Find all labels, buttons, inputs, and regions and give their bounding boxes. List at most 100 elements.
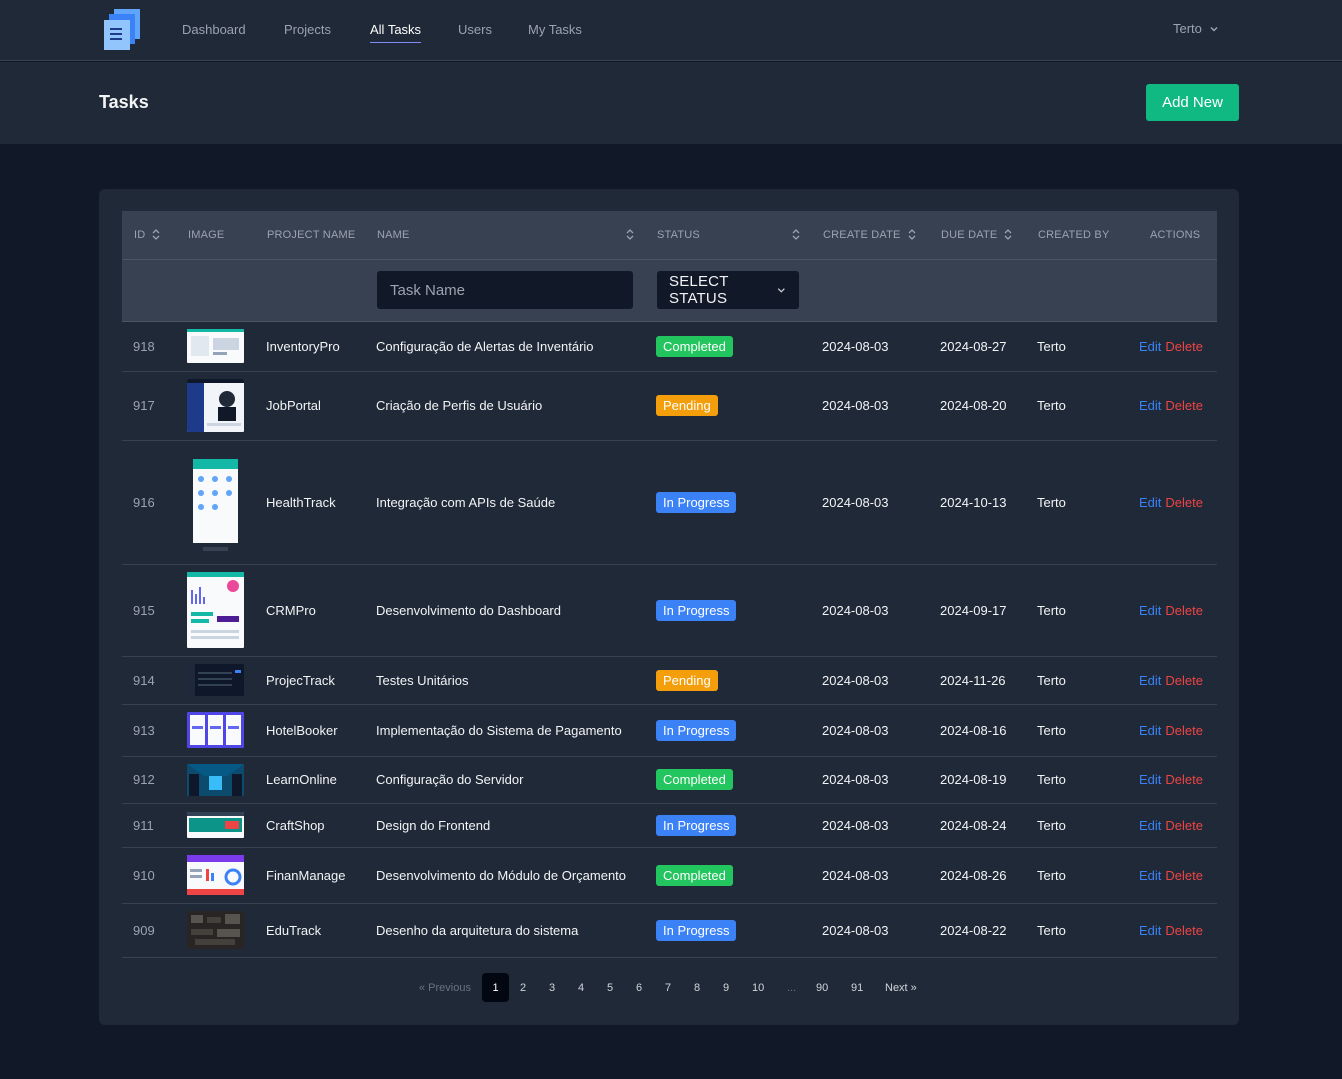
pagination-page-4[interactable]: 4 (578, 973, 584, 1002)
user-menu[interactable]: Terto (1173, 21, 1220, 36)
create-date: 2024-08-03 (822, 398, 889, 413)
create-date: 2024-08-03 (822, 602, 889, 618)
status-badge: Completed (656, 769, 733, 790)
edit-link[interactable]: Edit (1139, 723, 1161, 738)
project-thumbnail (187, 911, 244, 949)
nav-my-tasks[interactable]: My Tasks (528, 22, 582, 38)
col-status[interactable]: STATUS (645, 211, 811, 259)
project-thumbnail (187, 329, 244, 363)
project-thumbnail (187, 664, 244, 696)
due-date: 2024-10-13 (940, 494, 1007, 510)
task-id: 910 (133, 867, 155, 883)
task-name: Desenvolvimento do Módulo de Orçamento (376, 867, 627, 883)
delete-link[interactable]: Delete (1165, 339, 1203, 354)
pagination-page-6[interactable]: 6 (636, 973, 642, 1002)
project-name: HotelBooker (266, 722, 338, 738)
due-date: 2024-08-24 (940, 817, 1007, 833)
col-id[interactable]: ID (122, 211, 176, 259)
edit-link[interactable]: Edit (1139, 398, 1161, 413)
table-row: 918 InventoryPro Configuração de Alertas… (122, 321, 1217, 371)
pagination-page-9[interactable]: 9 (723, 973, 729, 1002)
col-image: IMAGE (188, 228, 225, 241)
pagination-page-91[interactable]: 91 (851, 973, 863, 1002)
edit-link[interactable]: Edit (1139, 923, 1161, 938)
task-id: 915 (133, 602, 155, 618)
create-date: 2024-08-03 (822, 494, 889, 510)
pagination-page-7[interactable]: 7 (665, 973, 671, 1002)
created-by: Terto (1037, 817, 1066, 833)
pagination-page-5[interactable]: 5 (607, 973, 613, 1002)
tasks-table: ID IMAGE PROJECT NAME NAME STATUS CREATE… (122, 211, 1217, 958)
col-created-by: CREATED BY (1038, 228, 1110, 241)
created-by: Terto (1037, 672, 1066, 688)
task-id: 912 (133, 772, 155, 787)
edit-link[interactable]: Edit (1139, 673, 1161, 688)
delete-link[interactable]: Delete (1165, 923, 1203, 938)
delete-link[interactable]: Delete (1165, 818, 1203, 833)
app-logo-icon[interactable] (100, 8, 142, 52)
created-by: Terto (1037, 338, 1066, 354)
task-id: 916 (133, 494, 155, 510)
col-create-date[interactable]: CREATE DATE (811, 211, 929, 259)
status-badge: Completed (656, 335, 733, 357)
project-thumbnail (187, 763, 244, 796)
edit-link[interactable]: Edit (1139, 495, 1161, 510)
edit-link[interactable]: Edit (1139, 868, 1161, 883)
task-id: 918 (133, 338, 155, 354)
pagination-page-2[interactable]: 2 (520, 973, 526, 1002)
status-filter-select[interactable]: Select Status (657, 271, 799, 309)
nav-projects[interactable]: Projects (284, 22, 331, 38)
project-thumbnail (187, 712, 244, 748)
created-by: Terto (1037, 494, 1066, 510)
task-name: Design do Frontend (376, 817, 491, 833)
col-name[interactable]: NAME (365, 211, 645, 259)
status-badge: Completed (656, 864, 733, 886)
edit-link[interactable]: Edit (1139, 818, 1161, 833)
edit-link[interactable]: Edit (1139, 603, 1161, 618)
pagination-page-10[interactable]: 10 (752, 973, 764, 1002)
delete-link[interactable]: Delete (1165, 868, 1203, 883)
project-name: LearnOnline (266, 772, 337, 787)
status-badge: In Progress (656, 814, 737, 836)
filter-row: Select Status (122, 259, 1217, 321)
project-name: EduTrack (266, 922, 322, 938)
top-navbar: Dashboard Projects All Tasks Users My Ta… (0, 0, 1342, 61)
edit-link[interactable]: Edit (1139, 772, 1161, 787)
due-date: 2024-11-26 (940, 672, 1006, 688)
pagination-page-3[interactable]: 3 (549, 973, 555, 1002)
create-date: 2024-08-03 (822, 772, 889, 787)
project-thumbnail (187, 572, 244, 648)
delete-link[interactable]: Delete (1165, 772, 1203, 787)
task-name-filter-input[interactable] (377, 271, 633, 309)
page-header: Tasks Add New (0, 62, 1342, 144)
created-by: Terto (1037, 922, 1066, 938)
pagination-page-90[interactable]: 90 (816, 973, 828, 1002)
task-id: 917 (133, 398, 155, 413)
create-date: 2024-08-03 (822, 922, 889, 938)
created-by: Terto (1037, 398, 1066, 413)
delete-link[interactable]: Delete (1165, 495, 1203, 510)
add-new-button[interactable]: Add New (1146, 84, 1239, 121)
delete-link[interactable]: Delete (1165, 398, 1203, 413)
delete-link[interactable]: Delete (1165, 673, 1203, 688)
project-name: CRMPro (266, 602, 316, 618)
task-name: Implementação do Sistema de Pagamento (376, 722, 622, 738)
create-date: 2024-08-03 (822, 672, 889, 688)
nav-all-tasks[interactable]: All Tasks (370, 22, 422, 43)
project-thumbnail (187, 855, 244, 895)
create-date: 2024-08-03 (822, 817, 889, 833)
task-name: Configuração de Alertas de Inventário (376, 338, 594, 354)
pagination-next[interactable]: Next » (885, 973, 917, 1002)
pagination-page-8[interactable]: 8 (694, 973, 700, 1002)
pagination-previous: « Previous (419, 981, 471, 994)
nav-users[interactable]: Users (458, 22, 492, 38)
nav-dashboard[interactable]: Dashboard (182, 22, 246, 38)
pagination-page-1[interactable]: 1 (482, 973, 509, 1002)
due-date: 2024-08-16 (940, 722, 1007, 738)
delete-link[interactable]: Delete (1165, 723, 1203, 738)
delete-link[interactable]: Delete (1165, 603, 1203, 618)
edit-link[interactable]: Edit (1139, 339, 1161, 354)
chevron-down-icon (1210, 26, 1218, 32)
col-due-date[interactable]: DUE DATE (929, 211, 1026, 259)
project-name: ProjecTrack (266, 672, 335, 688)
